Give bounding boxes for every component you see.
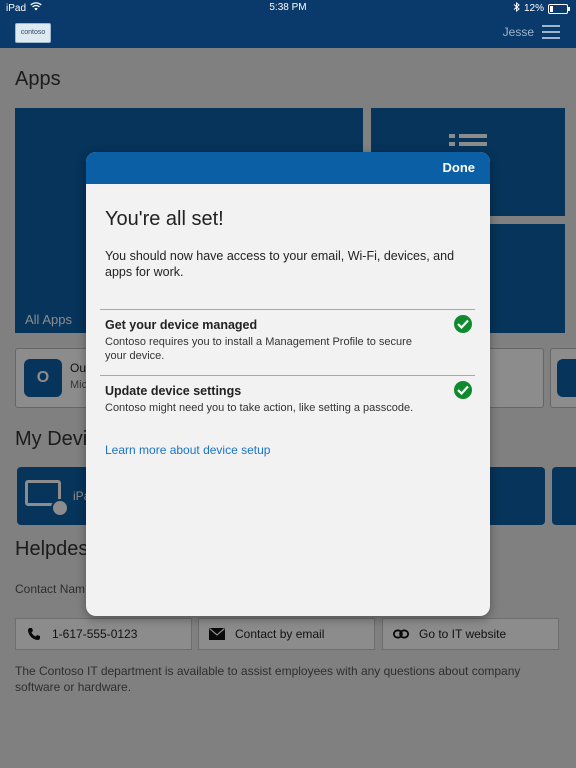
dialog-title: You're all set! bbox=[105, 208, 224, 230]
status-right: 12% bbox=[513, 1, 570, 15]
step-desc-update-settings: Contoso might need you to take action, l… bbox=[105, 402, 414, 414]
dialog-header: Done bbox=[86, 152, 490, 184]
check-circle-icon bbox=[454, 381, 472, 399]
check-circle-icon bbox=[454, 315, 472, 333]
dialog-intro: You should now have access to your email… bbox=[105, 249, 455, 279]
app-header: contoso Jesse bbox=[0, 16, 576, 48]
setup-complete-dialog: Done You're all set! You should now have… bbox=[86, 152, 490, 616]
contoso-logo: contoso bbox=[15, 23, 51, 43]
done-button[interactable]: Done bbox=[443, 160, 476, 175]
learn-more-link[interactable]: Learn more about device setup bbox=[105, 443, 270, 457]
step-title-device-managed: Get your device managed bbox=[105, 318, 258, 332]
step-desc-device-managed: Contoso requires you to install a Manage… bbox=[105, 336, 412, 362]
hamburger-menu-icon[interactable] bbox=[542, 25, 560, 39]
user-name[interactable]: Jesse bbox=[503, 25, 534, 39]
status-time: 5:38 PM bbox=[269, 2, 307, 13]
status-bar: iPad 5:38 PM 12% bbox=[0, 0, 576, 16]
bluetooth-icon bbox=[513, 1, 520, 15]
battery-percent: 12% bbox=[523, 3, 544, 14]
step-title-update-settings: Update device settings bbox=[105, 384, 242, 398]
divider bbox=[100, 309, 475, 310]
battery-icon bbox=[548, 3, 570, 14]
divider bbox=[100, 375, 475, 376]
